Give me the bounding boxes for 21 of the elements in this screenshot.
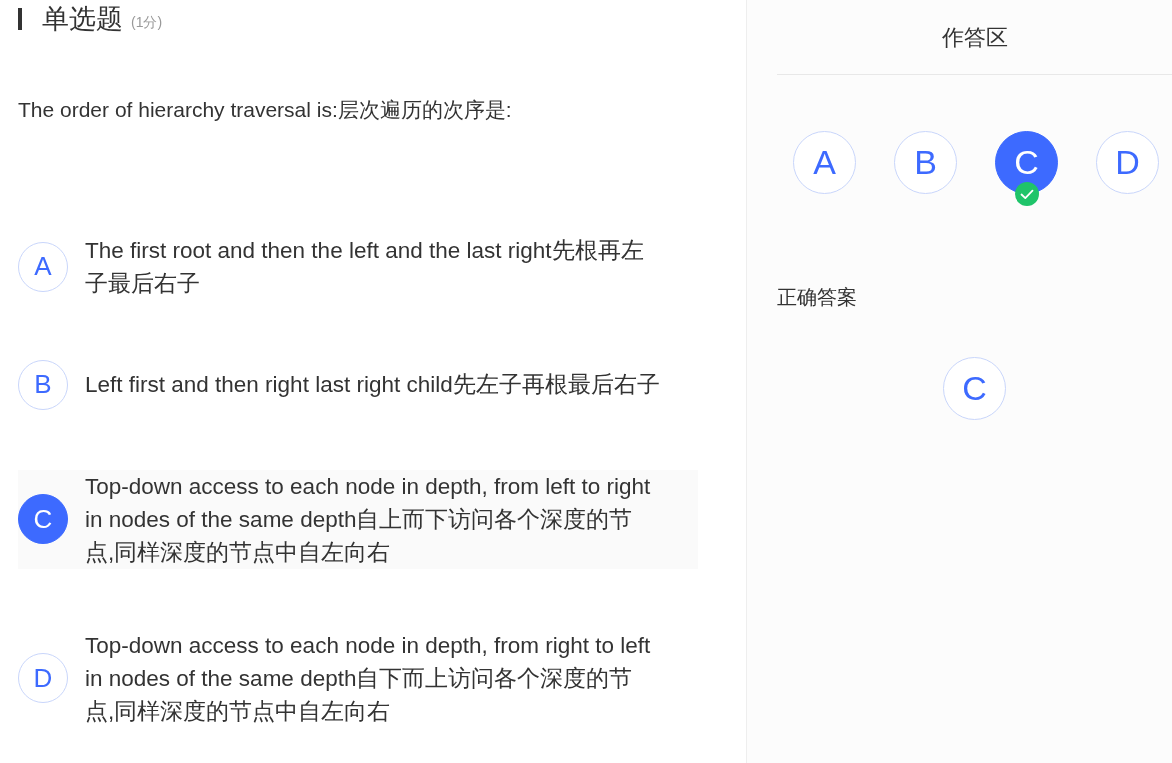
score-label: (1分)	[131, 12, 163, 32]
answer-area-title: 作答区	[777, 0, 1172, 75]
correct-answer-label: 正确答案	[777, 285, 858, 310]
option-letter: C	[18, 494, 68, 544]
answer-option[interactable]: D Top-down access to each node in depth, from right to left in nodes of the same depth自下而上访问各个深度的节点,同样深度的节点中自左向右	[18, 628, 698, 728]
option-letter: B	[18, 359, 68, 410]
question-type-title: 单选题	[42, 5, 123, 33]
option-text: Top-down access to each node in depth, from left to right in nodes of the same depth自上而下访问各个深度的节点,同样深度的节点中自左向右	[85, 472, 652, 567]
option-text: Top-down access to each node in depth, from right to left in nodes of the same depth自下而上访问各个深度的节点,同样深度的节点中自左向右	[85, 631, 652, 726]
answer-option[interactable]: A The first root and then the left and the last right先根再左子最后右子	[18, 233, 698, 300]
option-letter: D	[18, 653, 68, 703]
answer-choice[interactable]: B	[894, 131, 957, 194]
answer-option[interactable]: B Left first and then right last right child先左子再根最后右子	[18, 359, 698, 410]
correct-answer-badge: C	[943, 357, 1006, 420]
answer-choice[interactable]: A	[793, 131, 856, 194]
option-text: The first root and then the left and the last right先根再左子最后右子	[85, 236, 645, 298]
question-text: The order of hierarchy traversal is:层次遍历的次序是:	[18, 97, 513, 123]
option-text: Left first and then right last right child先左子再根最后右子	[85, 371, 660, 399]
option-letter: A	[18, 241, 68, 292]
answer-option[interactable]: C Top-down access to each node in depth, from left to right in nodes of the same depth自上而下访问各个深度的节点,同样深度的节点中自左向右	[18, 469, 698, 569]
answer-choice[interactable]: D	[1096, 131, 1159, 194]
